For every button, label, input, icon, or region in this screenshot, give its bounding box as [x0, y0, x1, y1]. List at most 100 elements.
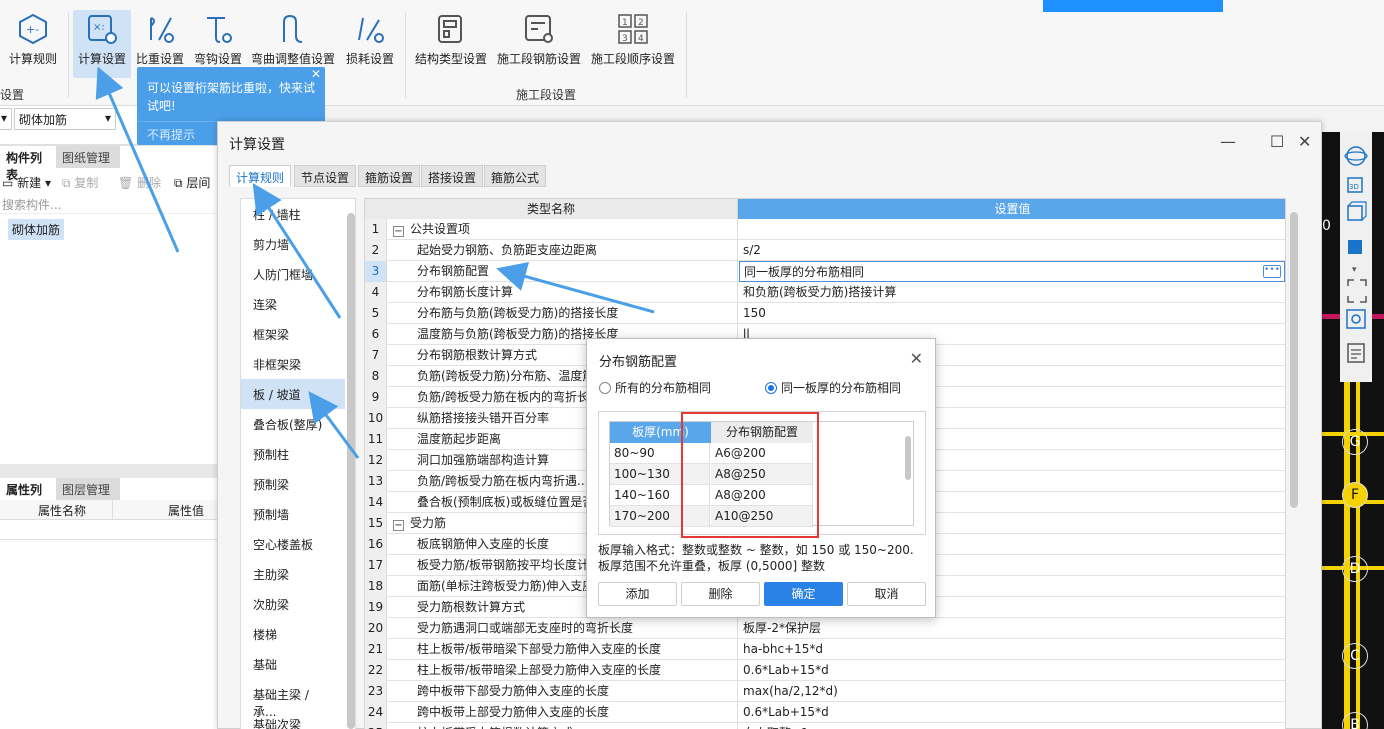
row-value[interactable]: 向上取整+1 [739, 723, 1285, 729]
category-item[interactable]: 基础 [241, 649, 345, 679]
layer-view-icon[interactable] [1346, 309, 1366, 329]
search-input[interactable]: 搜索构件... [0, 194, 218, 214]
tab-stirrup-formula[interactable]: 箍筋公式 [484, 165, 547, 187]
category-item-selected[interactable]: 板 / 坡道 [241, 379, 345, 409]
cube-icon[interactable] [1347, 201, 1367, 221]
row-value[interactable]: ha-bhc+15*d [739, 639, 1285, 660]
row-value[interactable]: 板厚-2*保护层 [739, 618, 1285, 639]
grid-scrollbar[interactable] [1290, 212, 1298, 508]
tab-lap-settings[interactable]: 搭接设置 [421, 165, 484, 187]
row-value[interactable]: 和负筋(跨板受力筋)搭接计算 [739, 282, 1285, 303]
category-scrollbar[interactable] [347, 213, 355, 729]
grid-row[interactable]: 21 柱上板带/板带暗梁下部受力筋伸入支座的长度 ha-bhc+15*d [365, 639, 1285, 660]
category-item[interactable]: 框架梁 [241, 319, 345, 349]
category-item[interactable]: 主肋梁 [241, 559, 345, 589]
tab-node-settings[interactable]: 节点设置 [294, 165, 357, 187]
axis-d: D [1342, 556, 1368, 582]
row-name: 分布筋与负筋(跨板受力筋)的搭接长度 [387, 303, 738, 324]
ok-button[interactable]: 确定 [764, 582, 843, 606]
floor-copy-button[interactable]: ⧉ 层间 [174, 174, 210, 191]
stage-group-label: 施工段设置 [516, 88, 577, 102]
grid-row[interactable]: 23 跨中板带下部受力筋伸入支座的长度 max(ha/2,12*d) [365, 681, 1285, 702]
minimize-icon[interactable]: — [1220, 132, 1236, 151]
delete-button[interactable]: 删除 [681, 582, 760, 606]
radio-same-thickness[interactable]: 同一板厚的分布筋相同 [765, 379, 901, 396]
delete-button[interactable]: 🗑 删除 [118, 174, 161, 191]
table-scrollbar[interactable] [905, 436, 911, 480]
grid-row[interactable]: 4 分布钢筋长度计算 和负筋(跨板受力筋)搭接计算 [365, 282, 1285, 303]
category-item[interactable]: 预制墙 [241, 499, 345, 529]
maximize-icon[interactable]: ☐ [1270, 132, 1284, 151]
tab-component-list[interactable]: 构件列表 [0, 146, 56, 182]
structure-type-button[interactable]: 结构类型设置 [410, 10, 492, 78]
highlight-box [681, 412, 819, 538]
tab-stirrup-settings[interactable]: 箍筋设置 [358, 165, 421, 187]
category-item[interactable]: 柱 / 墙柱 [241, 199, 345, 229]
row-value[interactable]: 0.6*Lab+15*d [739, 702, 1285, 723]
grid-row[interactable]: 24 跨中板带上部受力筋伸入支座的长度 0.6*Lab+15*d [365, 702, 1285, 723]
fullscreen-icon[interactable] [1347, 279, 1367, 303]
category-item[interactable]: 空心楼盖板 [241, 529, 345, 559]
grid-row[interactable]: 2 起始受力钢筋、负筋距支座边距离 s/2 [365, 240, 1285, 261]
row-value[interactable]: 150 [739, 303, 1285, 324]
calc-rules-icon: +- [19, 13, 47, 45]
loss-settings-button[interactable]: 损耗设置 [339, 10, 401, 78]
collapse-icon[interactable]: − [393, 226, 404, 237]
category-item[interactable]: 基础次梁 [241, 709, 345, 729]
close-icon[interactable]: ✕ [1298, 132, 1311, 151]
more-options-icon[interactable]: ••• [1263, 265, 1281, 278]
row-value[interactable]: max(ha/2,12*d) [739, 681, 1285, 702]
tab-drawing-mgmt[interactable]: 图纸管理 [56, 146, 120, 168]
copy-button[interactable]: ⧉ 复制 [62, 174, 98, 191]
3d-view-icon[interactable]: 3D [1347, 177, 1363, 193]
floor-combo[interactable]: ▾ [0, 108, 12, 130]
radio-thickness-label: 同一板厚的分布筋相同 [781, 381, 902, 395]
stage-order-button[interactable]: 12 34 施工段顺序设置 [587, 10, 679, 78]
add-button[interactable]: 添加 [598, 582, 677, 606]
grid-row[interactable]: 5 分布筋与负筋(跨板受力筋)的搭接长度 150 [365, 303, 1285, 324]
grid-group-row[interactable]: 1− 公共设置项 [365, 219, 1285, 240]
category-item[interactable]: 叠合板(整厚) [241, 409, 345, 439]
grid-row-selected[interactable]: 3 分布钢筋配置 同一板厚的分布筋相同 ••• [365, 261, 1285, 282]
row-number: 8 [365, 366, 387, 387]
tab-property-list[interactable]: 属性列表 [0, 478, 56, 514]
cancel-button[interactable]: 取消 [847, 582, 926, 606]
collapse-icon[interactable]: − [393, 520, 404, 531]
row-number: 9 [365, 387, 387, 408]
new-button[interactable]: ▭ 新建 ▾ [2, 174, 51, 191]
category-item[interactable]: 基础主梁 / 承... [241, 679, 345, 719]
orbit-icon[interactable] [1344, 146, 1368, 166]
sub-dialog-close-icon[interactable]: ✕ [910, 349, 923, 368]
calc-settings-button[interactable]: ×: 计算设置 [73, 10, 131, 78]
row-value[interactable]: 同一板厚的分布筋相同 ••• [739, 261, 1285, 282]
category-item[interactable]: 预制柱 [241, 439, 345, 469]
grid-row[interactable]: 20 受力筋遇洞口或端部无支座时的弯折长度 板厚-2*保护层 [365, 618, 1285, 639]
row-value[interactable] [739, 219, 1285, 240]
ribbon-separator [405, 12, 406, 98]
row-value[interactable]: s/2 [739, 240, 1285, 261]
radio-all-same[interactable]: 所有的分布筋相同 [599, 379, 711, 396]
category-item[interactable]: 非框架梁 [241, 349, 345, 379]
calc-rules-button[interactable]: +- 计算规则 [0, 10, 66, 78]
tab-calc-rules[interactable]: 计算规则 [229, 165, 292, 187]
axis-label: 0 [1322, 218, 1331, 234]
tab-layer-mgmt[interactable]: 图层管理 [56, 478, 120, 500]
row-value[interactable]: 0.6*Lab+15*d [739, 660, 1285, 681]
notification-bar[interactable] [1043, 0, 1223, 12]
category-item[interactable]: 次肋梁 [241, 589, 345, 619]
stage-rebar-button[interactable]: 施工段钢筋设置 [494, 10, 584, 78]
hook-settings-icon [207, 17, 232, 43]
category-item[interactable]: 楼梯 [241, 619, 345, 649]
category-item[interactable]: 剪力墙 [241, 229, 345, 259]
grid-row[interactable]: 22 柱上板带/板带暗梁上部受力筋伸入支座的长度 0.6*Lab+15*d [365, 660, 1285, 681]
component-item[interactable]: 砌体加筋 [8, 219, 65, 240]
cube-filled-icon[interactable]: ▾ [1348, 240, 1362, 275]
property-view-icon[interactable] [1347, 343, 1365, 363]
row-number: 4 [365, 282, 387, 303]
category-item[interactable]: 连梁 [241, 289, 345, 319]
component-type-combo[interactable]: 砌体加筋 ▾ [14, 108, 116, 130]
category-item[interactable]: 人防门框墙 [241, 259, 345, 289]
structure-type-label: 结构类型设置 [414, 52, 487, 66]
category-item[interactable]: 预制梁 [241, 469, 345, 499]
grid-row[interactable]: 25柱上板带受力筋根数计算方式向上取整+1 [365, 723, 1285, 729]
